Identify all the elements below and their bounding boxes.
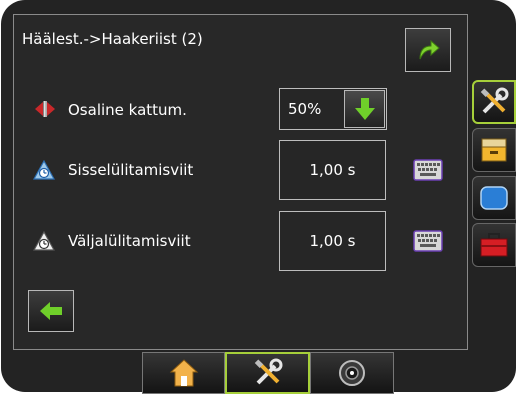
display-icon <box>480 186 508 210</box>
overlap-value: 50% <box>288 100 322 118</box>
arrow-down-icon <box>354 98 375 120</box>
settings-panel <box>13 14 468 350</box>
side-tab-console[interactable] <box>472 176 516 220</box>
turn-on-delay-icon <box>33 160 55 180</box>
file-drawer-icon <box>481 138 507 162</box>
bottom-tab-tools[interactable] <box>225 352 310 394</box>
toolbox-icon <box>480 233 508 257</box>
page-title: Häälest.->Haakeriist (2) <box>22 30 203 48</box>
next-page-button[interactable] <box>405 28 451 72</box>
home-icon <box>169 359 198 387</box>
curved-arrow-right-icon <box>419 39 440 60</box>
turn-on-delay-label: Sisselülitamisviit <box>68 161 194 179</box>
bottom-tab-home[interactable] <box>142 352 225 394</box>
tools-icon <box>254 358 282 385</box>
overlap-dropdown-button[interactable] <box>344 90 385 128</box>
keyboard-icon[interactable] <box>413 159 443 181</box>
overlap-arrows-icon <box>35 101 55 117</box>
turn-off-delay-icon <box>33 231 55 251</box>
turn-off-delay-field[interactable]: 1,00 s <box>279 211 386 271</box>
turn-off-delay-value: 1,00 s <box>309 232 356 250</box>
tools-icon <box>480 87 509 114</box>
arrow-left-icon <box>40 302 62 320</box>
keyboard-icon[interactable] <box>413 230 443 252</box>
turn-on-delay-value: 1,00 s <box>309 161 356 179</box>
turn-off-delay-label: Väljalülitamisviit <box>68 232 191 250</box>
side-tab-toolbox[interactable] <box>472 223 516 267</box>
turn-on-delay-field[interactable]: 1,00 s <box>279 140 386 200</box>
bottom-tab-guidance[interactable] <box>310 352 394 394</box>
side-tab-tools[interactable] <box>472 80 516 124</box>
overlap-label: Osaline kattum. <box>68 101 187 119</box>
side-tab-data[interactable] <box>472 128 516 172</box>
gauge-icon <box>339 360 365 386</box>
back-button[interactable] <box>28 290 74 332</box>
